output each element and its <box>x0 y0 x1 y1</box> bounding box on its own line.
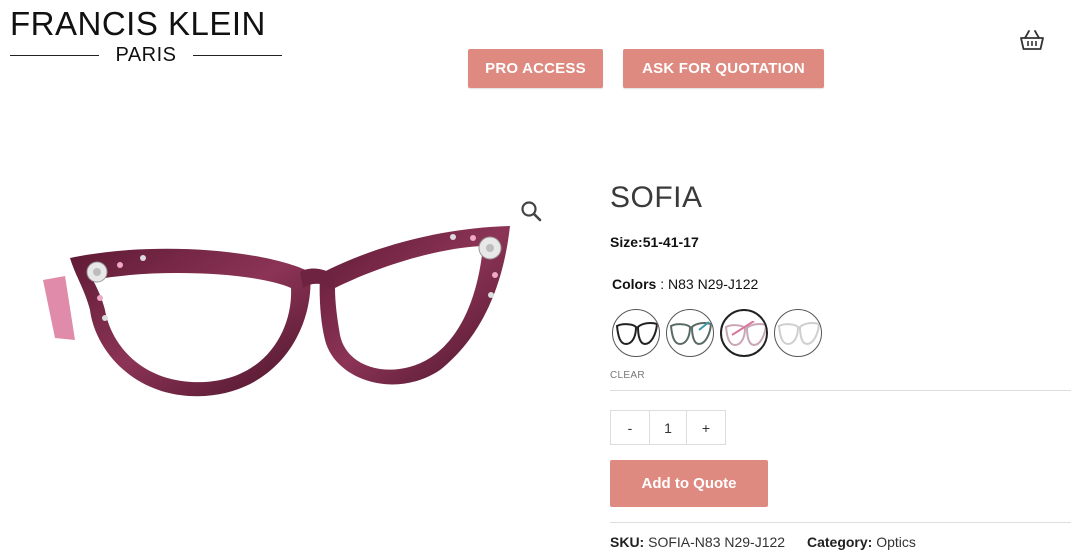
pro-access-button[interactable]: PRO ACCESS <box>468 49 603 88</box>
logo-rule-right <box>192 54 283 56</box>
sku-label: SKU: <box>610 534 645 550</box>
logo-subtitle-row: PARIS <box>10 44 283 66</box>
quantity-minus-button[interactable]: - <box>611 411 649 444</box>
logo-wordmark: FRANCIS KLEIN <box>10 5 266 42</box>
add-to-quote-button[interactable]: Add to Quote <box>610 460 768 507</box>
product-meta: SKU: SOFIA-N83 N29-J122 Category: Optics <box>610 534 916 550</box>
product-size: Size:51-41-17 <box>610 234 699 250</box>
quantity-plus-button[interactable]: + <box>687 411 725 444</box>
colors-separator: : <box>656 276 669 292</box>
size-label: Size: <box>610 234 643 250</box>
quantity-input[interactable]: 1 <box>649 411 687 444</box>
divider <box>610 390 1071 391</box>
colors-label: Colors <box>612 276 657 292</box>
divider <box>610 522 1071 523</box>
magnifier-icon[interactable] <box>520 200 542 222</box>
selected-color-label: CLEAR <box>610 370 645 381</box>
product-title: SOFIA <box>610 181 703 214</box>
colors-value: N83 N29-J122 <box>668 276 759 292</box>
logo-rule-left <box>10 54 100 56</box>
size-value: 51-41-17 <box>642 234 699 250</box>
swatch-black[interactable] <box>612 309 660 357</box>
quantity-stepper: - 1 + <box>610 410 726 445</box>
sku-value: SOFIA-N83 N29-J122 <box>648 534 786 550</box>
logo-subtitle: PARIS <box>115 44 177 66</box>
color-swatches <box>612 309 822 357</box>
basket-icon[interactable] <box>1020 29 1044 51</box>
ask-quotation-button[interactable]: ASK FOR QUOTATION <box>623 49 824 88</box>
swatch-grey-teal[interactable] <box>666 309 714 357</box>
category-link[interactable]: Optics <box>876 534 916 550</box>
brand-logo[interactable]: FRANCIS KLEIN PARIS <box>10 5 283 66</box>
swatch-clear[interactable] <box>774 309 822 357</box>
swatch-pink-clear[interactable] <box>720 309 768 357</box>
product-colors: Colors : N83 N29-J122 <box>612 276 758 292</box>
category-label: Category: <box>806 534 873 550</box>
product-image[interactable] <box>35 210 565 410</box>
